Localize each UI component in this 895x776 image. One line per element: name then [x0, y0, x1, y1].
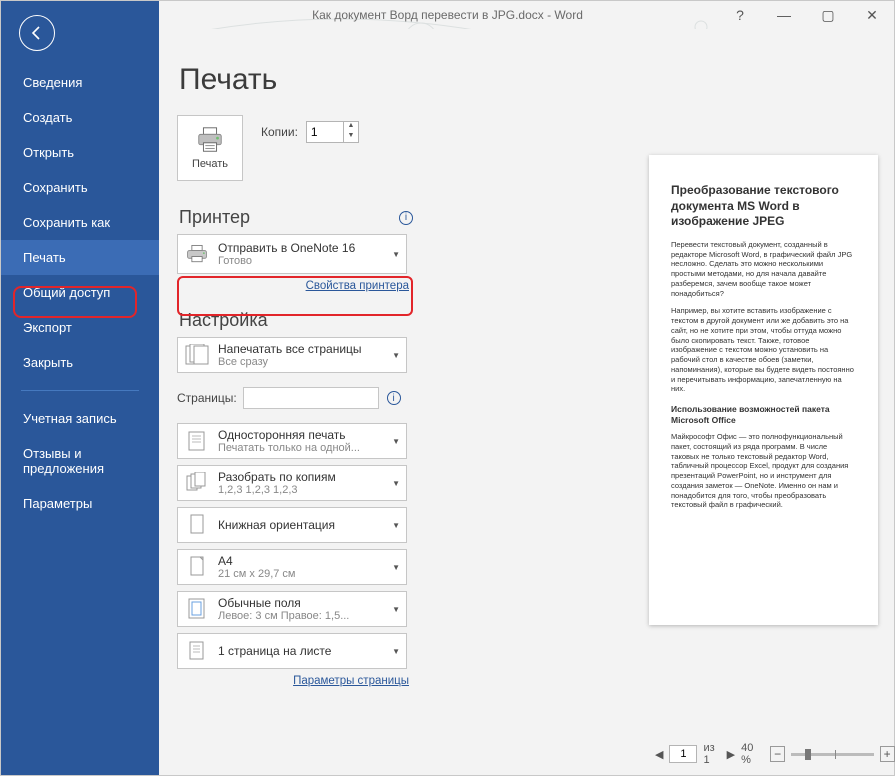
size-icon [184, 554, 210, 580]
chevron-down-icon: ▼ [392, 351, 400, 360]
minimize-button[interactable]: — [762, 1, 806, 29]
setting-line1: Книжная ориентация [218, 518, 388, 532]
setting-line1: 1 страница на листе [218, 644, 388, 658]
margins-icon [184, 596, 210, 622]
setting-size-dropdown[interactable]: A421 см x 29,7 см ▼ [177, 549, 407, 585]
pages-label: Страницы: [177, 391, 237, 405]
highlight-annotation [13, 286, 137, 318]
pages-input[interactable] [243, 387, 379, 409]
maximize-button[interactable]: ▢ [806, 1, 850, 29]
highlight-annotation [177, 276, 413, 316]
printer-icon [195, 126, 225, 154]
printer-name: Отправить в OneNote 16 [218, 241, 388, 255]
preview-subheading: Использование возможностей пакета Micros… [671, 404, 856, 426]
chevron-down-icon: ▼ [392, 479, 400, 488]
sidebar-item-Сведения[interactable]: Сведения [1, 65, 159, 100]
setting-line2: 1,2,3 1,2,3 1,2,3 [218, 484, 388, 496]
info-icon[interactable]: i [399, 211, 413, 225]
setting-margins-dropdown[interactable]: Обычные поляЛевое: 3 см Правое: 1,5... ▼ [177, 591, 407, 627]
scope-icon [184, 342, 210, 368]
back-button[interactable] [19, 15, 55, 51]
sides-icon [184, 428, 210, 454]
print-button-label: Печать [192, 158, 228, 170]
setting-collate-dropdown[interactable]: Разобрать по копиям1,2,3 1,2,3 1,2,3 ▼ [177, 465, 407, 501]
prev-page-button[interactable]: ◀ [649, 748, 669, 761]
backstage-sidebar: СведенияСоздатьОткрытьСохранитьСохранить… [1, 1, 159, 775]
printer-icon [184, 241, 210, 267]
print-preview: Преобразование текстового документа MS W… [649, 155, 878, 735]
sidebar-item-Сохранить[interactable]: Сохранить [1, 170, 159, 205]
window-title: Как документ Ворд перевести в JPG.docx -… [312, 8, 583, 22]
setting-line2: Левое: 3 см Правое: 1,5... [218, 610, 388, 622]
copies-spinner[interactable]: ▲ ▼ [306, 121, 359, 143]
close-button[interactable]: ✕ [850, 1, 894, 29]
chevron-down-icon: ▼ [392, 647, 400, 656]
chevron-down-icon: ▼ [392, 521, 400, 530]
next-page-button[interactable]: ▶ [721, 748, 741, 761]
sidebar-item-Параметры[interactable]: Параметры [1, 486, 159, 521]
setting-line1: Напечатать все страницы [218, 342, 388, 356]
zoom-label: 40 % [741, 742, 764, 766]
zoom-out-button[interactable]: − [770, 746, 785, 762]
setting-line1: Обычные поля [218, 596, 388, 610]
preview-heading: Преобразование текстового документа MS W… [671, 183, 856, 230]
help-icon[interactable]: ? [718, 1, 762, 29]
printer-status: Готово [218, 255, 388, 267]
preview-footer: ◀ из 1 ▶ 40 % − + [649, 741, 878, 767]
sidebar-item-Открыть[interactable]: Открыть [1, 135, 159, 170]
setting-sides-dropdown[interactable]: Односторонняя печатьПечатать только на о… [177, 423, 407, 459]
sidebar-item-Закрыть[interactable]: Закрыть [1, 345, 159, 380]
preview-paragraph: Перевести текстовый документ, созданный … [671, 240, 856, 299]
chevron-down-icon: ▼ [392, 605, 400, 614]
copies-input[interactable] [307, 123, 343, 141]
preview-paragraph: Майкрософт Офис — это полнофункциональны… [671, 432, 856, 510]
sidebar-item-Сохранить как[interactable]: Сохранить как [1, 205, 159, 240]
setting-line2: Все сразу [218, 356, 388, 368]
copies-label: Копии: [261, 125, 298, 139]
zoom-slider[interactable] [791, 753, 874, 756]
zoom-in-button[interactable]: + [880, 746, 895, 762]
print-button[interactable]: Печать [177, 115, 243, 181]
setting-sheet-dropdown[interactable]: 1 страница на листе ▼ [177, 633, 407, 669]
page-of-label: из 1 [703, 742, 714, 766]
page-title: Печать [177, 29, 894, 115]
setting-line1: Односторонняя печать [218, 428, 388, 442]
chevron-down-icon: ▼ [392, 563, 400, 572]
setting-line2: 21 см x 29,7 см [218, 568, 388, 580]
sidebar-item-Создать[interactable]: Создать [1, 100, 159, 135]
collate-icon [184, 470, 210, 496]
setting-line2: Печатать только на одной... [218, 442, 388, 454]
setting-line1: A4 [218, 554, 388, 568]
chevron-down-icon: ▼ [392, 250, 400, 259]
chevron-down-icon: ▼ [392, 437, 400, 446]
printer-dropdown[interactable]: Отправить в OneNote 16 Готово ▼ [177, 234, 407, 274]
setting-orient-dropdown[interactable]: Книжная ориентация ▼ [177, 507, 407, 543]
preview-paragraph: Например, вы хотите вставить изображение… [671, 306, 856, 394]
info-icon[interactable]: i [387, 391, 401, 405]
printer-section-header: Принтер [179, 207, 250, 228]
sheet-icon [184, 638, 210, 664]
sidebar-item-Отзывы и предложения[interactable]: Отзывы и предложения [1, 436, 159, 486]
orient-icon [184, 512, 210, 538]
setting-scope-dropdown[interactable]: Напечатать все страницыВсе сразу ▼ [177, 337, 407, 373]
spinner-down[interactable]: ▼ [344, 132, 358, 142]
current-page-input[interactable] [669, 745, 697, 763]
page-setup-link[interactable]: Параметры страницы [177, 675, 409, 687]
setting-line1: Разобрать по копиям [218, 470, 388, 484]
spinner-up[interactable]: ▲ [344, 122, 358, 132]
preview-page: Преобразование текстового документа MS W… [649, 155, 878, 625]
sidebar-item-Учетная запись[interactable]: Учетная запись [1, 401, 159, 436]
sidebar-item-Печать[interactable]: Печать [1, 240, 159, 275]
